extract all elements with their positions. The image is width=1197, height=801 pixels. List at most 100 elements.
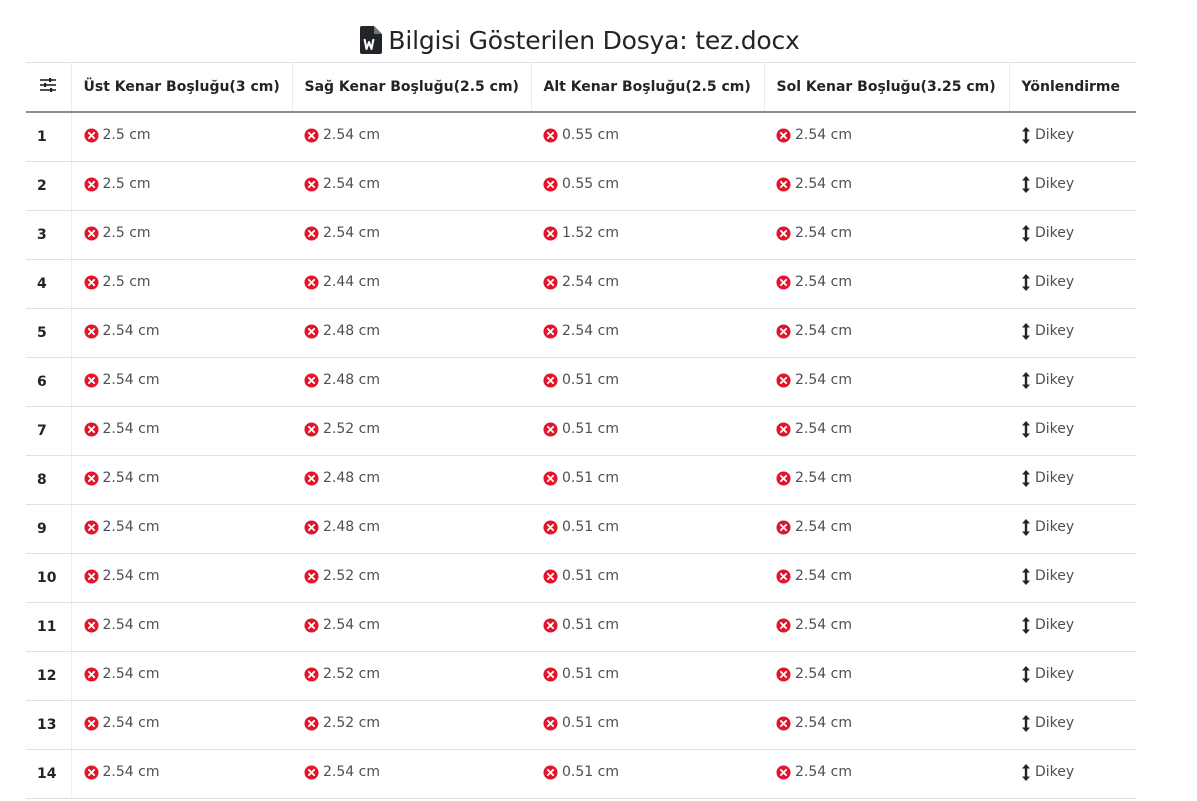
left-margin-value: 2.54 cm	[795, 568, 852, 585]
table-row[interactable]: 5 2.54 cm 2.48 cm 2.54 cm 2.54 cm Dikey	[26, 308, 1136, 358]
table-body: 1 2.5 cm 2.54 cm 0.55 cm 2.54 cm Dikey 2 2.5 cm…	[26, 112, 1136, 799]
row-number: 2	[26, 161, 72, 211]
cell-orientation: Dikey	[1009, 455, 1136, 505]
table-row[interactable]: 13 2.54 cm 2.52 cm 0.51 cm 2.54 cm Dikey	[26, 700, 1136, 750]
table-row[interactable]: 14 2.54 cm 2.54 cm 0.51 cm 2.54 cm Dikey	[26, 749, 1136, 799]
cell-right-margin: 2.48 cm	[292, 308, 531, 358]
top-margin-value: 2.54 cm	[102, 323, 160, 340]
error-circle-icon	[543, 765, 558, 780]
cell-left-margin: 2.54 cm	[764, 259, 1009, 309]
bottom-margin-value: 2.54 cm	[562, 274, 619, 291]
cell-orientation: Dikey	[1009, 651, 1136, 701]
vertical-arrows-icon	[1022, 371, 1030, 389]
bottom-margin-value: 0.51 cm	[562, 764, 619, 781]
row-number: 8	[26, 455, 72, 505]
cell-right-margin: 2.52 cm	[292, 406, 531, 456]
error-circle-icon	[83, 373, 99, 388]
table-row[interactable]: 12 2.54 cm 2.52 cm 0.51 cm 2.54 cm Dikey	[26, 651, 1136, 701]
vertical-arrows-icon	[1022, 567, 1030, 585]
cell-bottom-margin: 0.55 cm	[531, 161, 764, 211]
cell-top-margin: 2.54 cm	[71, 700, 292, 750]
error-circle-icon	[776, 520, 791, 535]
bottom-margin-value: 0.51 cm	[562, 568, 619, 585]
table-row[interactable]: 2 2.5 cm 2.54 cm 0.55 cm 2.54 cm Dikey	[26, 161, 1136, 211]
error-circle-icon	[776, 569, 791, 584]
row-number: 5	[26, 308, 72, 358]
right-margin-value: 2.54 cm	[323, 127, 380, 144]
cell-top-margin: 2.5 cm	[71, 259, 292, 309]
bottom-margin-value: 0.51 cm	[562, 470, 619, 487]
column-settings-icon[interactable]	[39, 77, 57, 93]
cell-left-margin: 2.54 cm	[764, 161, 1009, 211]
page-title-text: Bilgisi Gösterilen Dosya: tez.docx	[388, 25, 800, 55]
column-header-left-margin[interactable]: Sol Kenar Boşluğu(3.25 cm)	[763, 62, 1009, 113]
cell-left-margin: 2.54 cm	[764, 357, 1009, 407]
cell-top-margin: 2.54 cm	[71, 357, 292, 407]
cell-bottom-margin: 2.54 cm	[531, 308, 764, 358]
error-circle-icon	[83, 226, 99, 241]
error-circle-icon	[776, 618, 791, 633]
cell-orientation: Dikey	[1009, 259, 1136, 309]
error-circle-icon	[304, 128, 319, 143]
top-margin-value: 2.54 cm	[102, 519, 160, 536]
left-margin-value: 2.54 cm	[795, 323, 852, 340]
bottom-margin-value: 0.51 cm	[562, 666, 619, 683]
error-circle-icon	[543, 177, 558, 192]
left-margin-value: 2.54 cm	[795, 225, 852, 242]
right-margin-value: 2.52 cm	[323, 715, 380, 732]
cell-bottom-margin: 0.51 cm	[531, 455, 764, 505]
top-margin-value: 2.5 cm	[102, 274, 151, 291]
cell-bottom-margin: 0.51 cm	[531, 602, 764, 652]
row-number: 7	[26, 406, 72, 456]
cell-top-margin: 2.54 cm	[71, 602, 292, 652]
orientation-value: Dikey	[1035, 519, 1075, 535]
column-header-top-margin[interactable]: Üst Kenar Boşluğu(3 cm)	[70, 62, 292, 113]
top-margin-value: 2.5 cm	[102, 127, 151, 144]
error-circle-icon	[543, 716, 558, 731]
cell-left-margin: 2.54 cm	[764, 210, 1009, 260]
cell-bottom-margin: 0.51 cm	[531, 504, 764, 554]
bottom-margin-value: 0.51 cm	[562, 617, 619, 634]
cell-top-margin: 2.54 cm	[71, 308, 292, 358]
right-margin-value: 2.48 cm	[323, 323, 380, 340]
error-circle-icon	[543, 324, 558, 339]
vertical-arrows-icon	[1022, 420, 1030, 438]
vertical-arrows-icon	[1022, 322, 1030, 340]
error-circle-icon	[776, 226, 791, 241]
cell-right-margin: 2.54 cm	[292, 602, 531, 652]
table-row[interactable]: 4 2.5 cm 2.44 cm 2.54 cm 2.54 cm Dikey	[26, 259, 1136, 309]
column-header-right-margin[interactable]: Sağ Kenar Boşluğu(2.5 cm)	[291, 62, 531, 113]
cell-orientation: Dikey	[1009, 749, 1136, 799]
top-margin-value: 2.54 cm	[102, 715, 160, 732]
error-circle-icon	[776, 128, 791, 143]
table-row[interactable]: 11 2.54 cm 2.54 cm 0.51 cm 2.54 cm Dikey	[26, 602, 1136, 652]
table-row[interactable]: 3 2.5 cm 2.54 cm 1.52 cm 2.54 cm Dikey	[26, 210, 1136, 260]
bottom-margin-value: 0.55 cm	[562, 176, 619, 193]
orientation-value: Dikey	[1035, 225, 1075, 241]
table-row[interactable]: 9 2.54 cm 2.48 cm 0.51 cm 2.54 cm Dikey	[26, 504, 1136, 554]
error-circle-icon	[83, 569, 99, 584]
column-header-orientation[interactable]: Yönlendirme	[1008, 62, 1136, 113]
cell-orientation: Dikey	[1009, 357, 1136, 407]
word-document-icon	[360, 26, 383, 54]
row-number: 4	[26, 259, 72, 309]
cell-right-margin: 2.52 cm	[292, 553, 531, 603]
row-number: 10	[26, 553, 72, 603]
column-header-bottom-margin[interactable]: Alt Kenar Boşluğu(2.5 cm)	[530, 62, 764, 113]
table-row[interactable]: 7 2.54 cm 2.52 cm 0.51 cm 2.54 cm Dikey	[26, 406, 1136, 456]
table-row[interactable]: 10 2.54 cm 2.52 cm 0.51 cm 2.54 cm Dikey	[26, 553, 1136, 603]
cell-orientation: Dikey	[1009, 553, 1136, 603]
bottom-margin-value: 0.51 cm	[562, 421, 619, 438]
error-circle-icon	[304, 765, 319, 780]
orientation-value: Dikey	[1035, 274, 1075, 290]
table-row[interactable]: 6 2.54 cm 2.48 cm 0.51 cm 2.54 cm Dikey	[26, 357, 1136, 407]
orientation-value: Dikey	[1035, 372, 1075, 388]
error-circle-icon	[304, 275, 319, 290]
cell-left-margin: 2.54 cm	[764, 553, 1009, 603]
table-row[interactable]: 8 2.54 cm 2.48 cm 0.51 cm 2.54 cm Dikey	[26, 455, 1136, 505]
orientation-value: Dikey	[1035, 715, 1075, 731]
table-row[interactable]: 1 2.5 cm 2.54 cm 0.55 cm 2.54 cm Dikey	[26, 112, 1136, 162]
cell-left-margin: 2.54 cm	[764, 406, 1009, 456]
column-settings-cell[interactable]	[26, 62, 71, 113]
error-circle-icon	[304, 618, 319, 633]
